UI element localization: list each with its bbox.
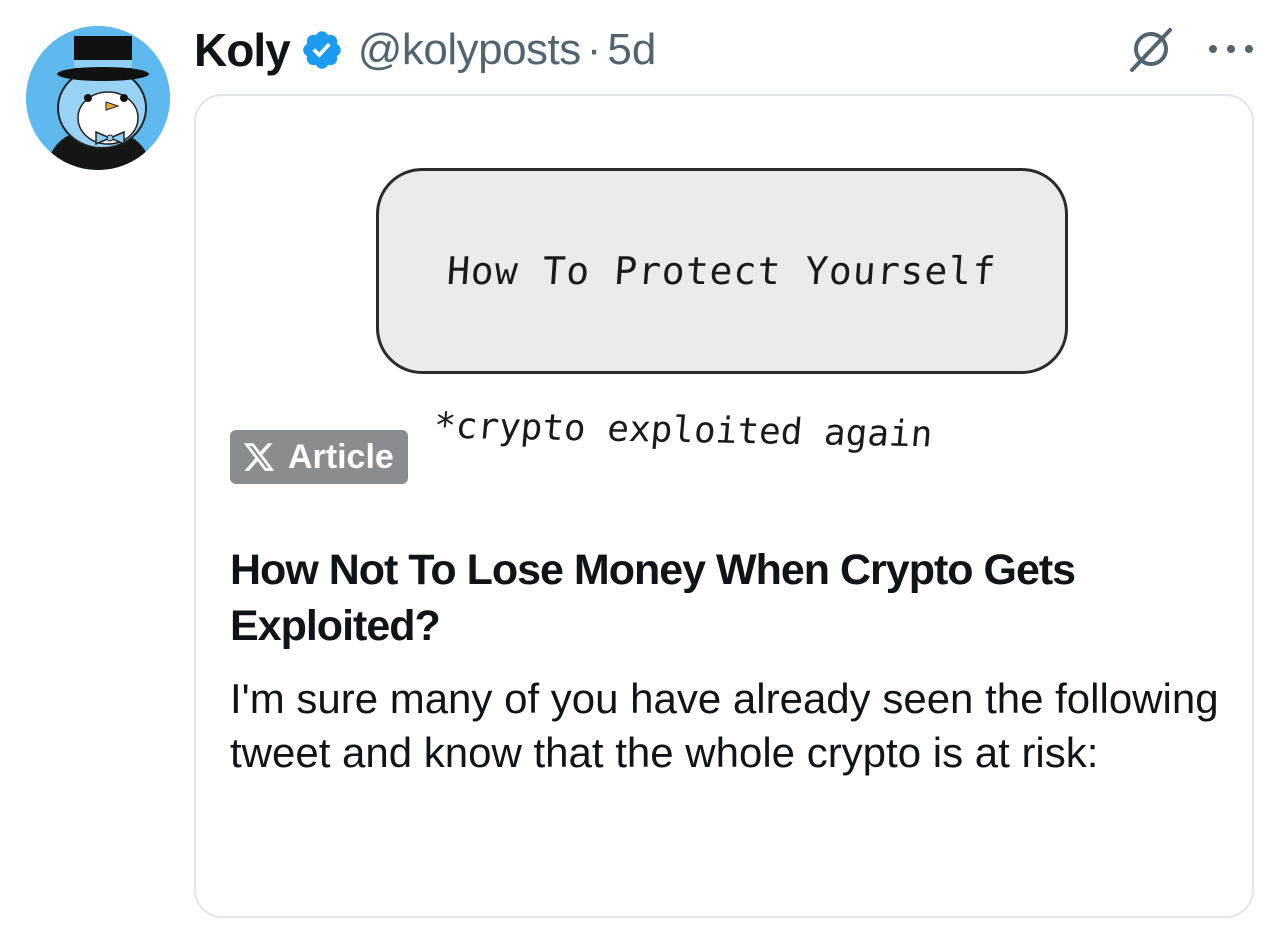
article-excerpt: I'm sure many of you have already seen t… <box>230 675 1219 776</box>
article-title[interactable]: How Not To Lose Money When Crypto Gets E… <box>230 542 1130 654</box>
more-options-icon[interactable] <box>1208 44 1254 54</box>
penguin-avatar-icon <box>26 26 170 170</box>
author-handle[interactable]: @kolyposts <box>358 25 582 75</box>
grok-icon[interactable] <box>1126 24 1176 74</box>
avatar[interactable] <box>26 26 170 170</box>
timestamp[interactable]: 5d <box>607 25 656 75</box>
cover-note-text: *crypto exploited again <box>432 405 935 456</box>
cover-banner-text: How To Protect Yourself <box>445 249 999 293</box>
separator-dot: · <box>586 25 602 74</box>
article-cover-image: How To Protect Yourself *crypto exploite… <box>196 96 1252 516</box>
tweet-header: Koly @kolyposts · 5d <box>194 20 656 80</box>
x-logo-icon <box>243 443 275 471</box>
article-card[interactable]: How To Protect Yourself *crypto exploite… <box>194 94 1254 918</box>
article-badge-label: Article <box>288 437 394 476</box>
cover-banner-box: How To Protect Yourself <box>376 168 1068 374</box>
author-name[interactable]: Koly <box>194 23 291 77</box>
article-badge: Article <box>230 430 408 484</box>
tweet[interactable]: Koly @kolyposts · 5d How To Protect Your… <box>0 0 1284 929</box>
verified-badge-icon <box>302 31 341 69</box>
